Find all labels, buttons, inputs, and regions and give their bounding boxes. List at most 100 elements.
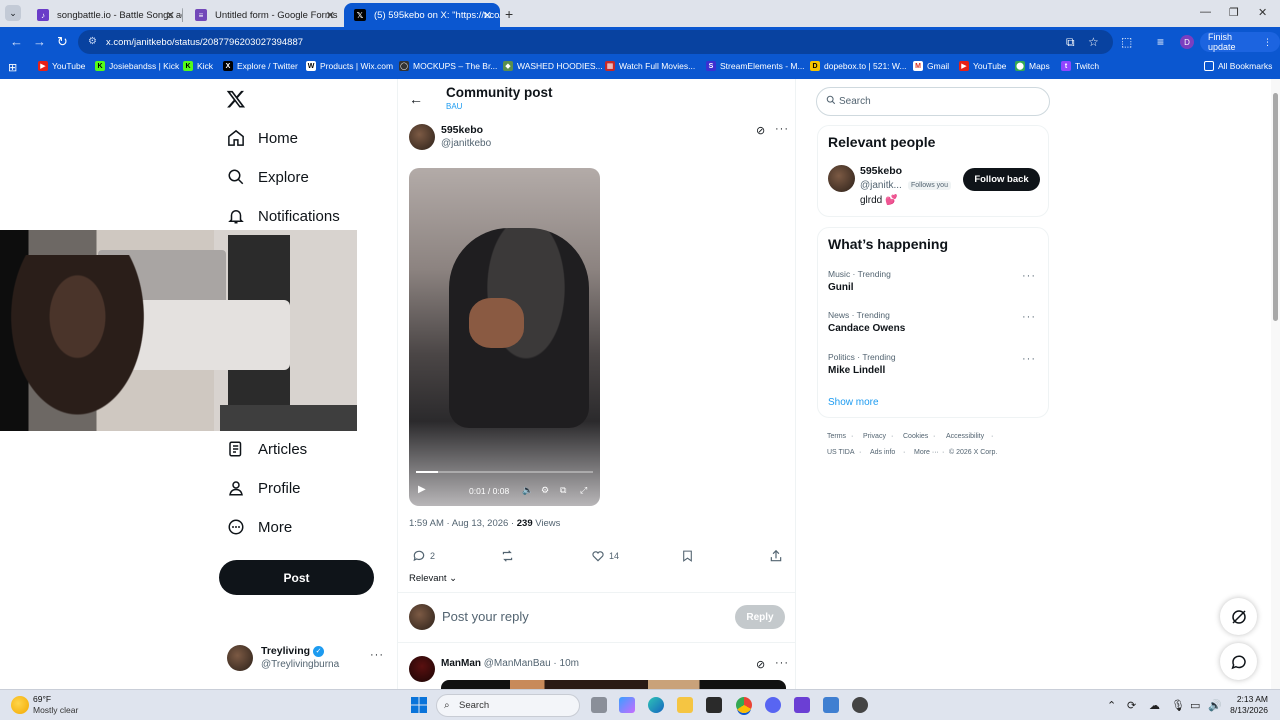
bookmark-movies[interactable]: ▦ Watch Full Movies...: [605, 61, 695, 71]
discord-icon[interactable]: [765, 697, 781, 713]
person-name[interactable]: 595kebo: [860, 165, 902, 177]
post-button[interactable]: Post: [219, 560, 374, 595]
footer-accessibility-link[interactable]: Accessibility: [946, 433, 984, 440]
share-action[interactable]: [769, 549, 783, 563]
back-arrow-icon[interactable]: ←: [409, 91, 423, 107]
window-close-icon[interactable]: ✕: [1258, 6, 1267, 19]
weather-moon-icon[interactable]: [11, 696, 29, 714]
author-name[interactable]: 595kebo: [441, 124, 483, 136]
search-input[interactable]: Search: [816, 87, 1050, 116]
bookmark-maps[interactable]: ⬤ Maps: [1015, 61, 1050, 71]
more-dots-icon[interactable]: ···: [775, 657, 789, 669]
footer-ustida-link[interactable]: US TIDA: [827, 449, 855, 456]
bookmark-star-icon[interactable]: ☆: [1088, 35, 1099, 49]
obs-icon[interactable]: [852, 697, 868, 713]
media-controls-icon[interactable]: ≡: [1157, 35, 1164, 49]
nav-articles[interactable]: Articles: [226, 439, 307, 459]
reply-button[interactable]: Reply: [735, 605, 785, 629]
bookmark-washed-hoodies[interactable]: ◆ WASHED HOODIES...: [503, 61, 603, 71]
bookmark-wix[interactable]: W Products | Wix.com: [306, 61, 393, 71]
edge-icon[interactable]: [648, 697, 664, 713]
pip-icon[interactable]: ⧉: [560, 485, 566, 496]
all-bookmarks-button[interactable]: All Bookmarks: [1204, 61, 1272, 71]
messages-fab-button[interactable]: [1220, 643, 1257, 680]
close-icon[interactable]: ✕: [483, 9, 492, 22]
author-handle[interactable]: @janitkebo: [441, 138, 491, 149]
task-view-icon[interactable]: [591, 697, 607, 713]
site-info-icon[interactable]: ⚙: [88, 36, 97, 47]
video-player[interactable]: ▶ 0:01 / 0:08 🔈 ⚙ ⧉ ⤢: [409, 168, 600, 506]
tab-google-forms[interactable]: ≡ Untitled form - Google Forms ✕: [185, 3, 343, 27]
footer-privacy-link[interactable]: Privacy: [863, 433, 886, 440]
tab-songbattle[interactable]: ♪ songbattle.io - Battle Songs ag ✕: [27, 3, 183, 27]
restore-icon[interactable]: ❐: [1229, 6, 1239, 19]
footer-ads-info-link[interactable]: Ads info: [870, 449, 895, 456]
file-explorer-icon[interactable]: [677, 697, 693, 713]
weather-temp[interactable]: 69°F: [33, 694, 51, 704]
community-name-link[interactable]: BAU: [446, 102, 462, 111]
close-icon[interactable]: ✕: [326, 9, 335, 22]
sort-replies-dropdown[interactable]: Relevant ⌄: [409, 573, 457, 584]
bookmark-kick[interactable]: K Kick: [183, 61, 213, 71]
more-dots-icon[interactable]: ···: [1022, 270, 1036, 282]
person-handle[interactable]: @janitk...: [860, 180, 902, 191]
nav-profile[interactable]: Profile: [226, 478, 301, 498]
nav-home[interactable]: Home: [226, 128, 298, 148]
bookmark-explore-twitter[interactable]: X Explore / Twitter: [223, 61, 298, 71]
page-scrollbar[interactable]: [1271, 79, 1280, 689]
footer-terms-link[interactable]: Terms: [827, 433, 846, 440]
reply-avatar[interactable]: [409, 656, 435, 682]
network-icon[interactable]: ▭: [1190, 699, 1200, 712]
nav-more[interactable]: More: [226, 517, 292, 537]
play-icon[interactable]: ▶: [418, 484, 426, 495]
settings-icon[interactable]: ⚙: [541, 485, 549, 496]
install-app-icon[interactable]: ⧉: [1066, 35, 1075, 50]
author-avatar[interactable]: [409, 124, 435, 150]
extensions-icon[interactable]: ⬚: [1121, 35, 1132, 49]
grok-icon[interactable]: ⊘: [756, 658, 765, 671]
footer-cookies-link[interactable]: Cookies: [903, 433, 928, 440]
more-dots-icon[interactable]: ···: [775, 123, 789, 135]
back-icon[interactable]: ←: [10, 34, 23, 49]
bookmark-action[interactable]: [681, 549, 694, 563]
follow-back-button[interactable]: Follow back: [963, 168, 1040, 191]
reply-author-handle[interactable]: @ManManBau: [484, 658, 551, 669]
show-more-link[interactable]: Show more: [828, 397, 879, 408]
app-grid-icon[interactable]: [794, 697, 810, 713]
like-action[interactable]: 14: [591, 549, 619, 563]
apps-grid-icon[interactable]: ⊞: [8, 61, 17, 74]
tab-x-post[interactable]: 𝕏 (5) 595kebo on X: "https://t.co/ ✕: [344, 3, 500, 27]
bookmark-gmail[interactable]: M Gmail: [913, 61, 949, 71]
finish-update-button[interactable]: Finish update ⋮: [1200, 32, 1280, 52]
grok-icon[interactable]: ⊘: [756, 124, 765, 137]
photos-icon[interactable]: [823, 697, 839, 713]
grok-fab-button[interactable]: [1220, 598, 1257, 635]
tab-search-button[interactable]: ⌄: [5, 5, 21, 21]
bookmark-twitch[interactable]: t Twitch: [1061, 61, 1099, 71]
x-logo-icon[interactable]: [226, 89, 246, 114]
bookmark-josiebandss[interactable]: K Josiebandss | Kick: [95, 61, 179, 71]
nav-explore[interactable]: Explore: [226, 167, 309, 187]
reply-author-name[interactable]: ManMan: [441, 658, 481, 669]
microphone-icon[interactable]: 🎙: [1171, 699, 1185, 712]
weather-desc[interactable]: Mostly clear: [33, 705, 78, 715]
tray-app-icon[interactable]: ⟳: [1127, 699, 1136, 712]
reload-icon[interactable]: ↻: [57, 34, 68, 50]
more-dots-icon[interactable]: ···: [1022, 353, 1036, 365]
bookmark-streamelements[interactable]: S StreamElements - M...: [706, 61, 805, 71]
scrollbar-thumb[interactable]: [1273, 93, 1278, 321]
bookmark-mockups[interactable]: ◯ MOCKUPS – The Br...: [399, 61, 497, 71]
bookmark-dopebox[interactable]: Ddopebox.to | 521: W...: [810, 61, 907, 71]
minimize-icon[interactable]: —: [1200, 6, 1211, 18]
forward-icon[interactable]: →: [33, 34, 46, 49]
volume-icon[interactable]: 🔊: [1208, 699, 1222, 712]
taskbar-search[interactable]: ⌕ Search: [436, 694, 580, 717]
onedrive-icon[interactable]: ☁: [1149, 699, 1160, 712]
reply-action[interactable]: 2: [412, 549, 435, 563]
windows-start-icon[interactable]: [411, 697, 427, 713]
close-icon[interactable]: ✕: [166, 9, 175, 22]
reply-input[interactable]: Post your reply: [442, 609, 529, 624]
profile-avatar[interactable]: D: [1180, 35, 1194, 49]
more-dots-icon[interactable]: ···: [370, 649, 384, 661]
repost-action[interactable]: [500, 549, 515, 563]
